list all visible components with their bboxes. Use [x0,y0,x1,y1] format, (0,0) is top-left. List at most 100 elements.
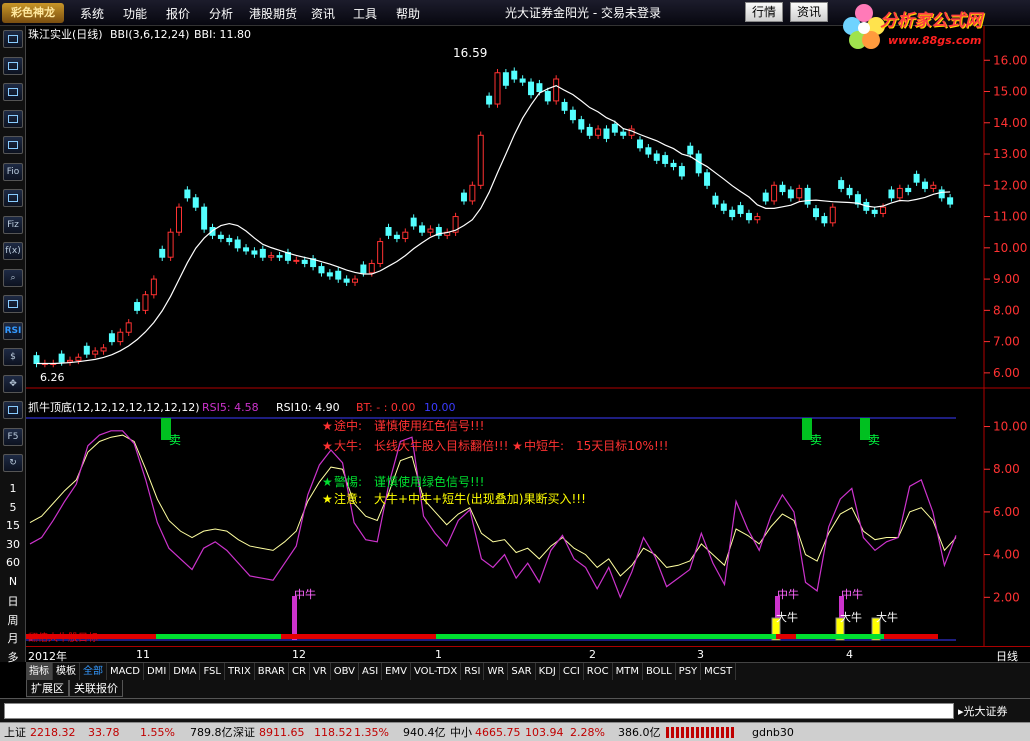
menu-tools[interactable]: 工具 [353,5,377,22]
tab-kdj[interactable]: KDJ [536,663,560,680]
tab-dma[interactable]: DMA [170,663,201,680]
list-icon[interactable] [3,136,23,154]
state-bar-segment [281,634,436,639]
box-icon[interactable] [3,189,23,207]
tab-roc[interactable]: ROC [584,663,613,680]
zx-value: 4665.75 [475,726,521,739]
line-icon[interactable] [3,83,23,101]
zx-label: 中小 [450,726,472,739]
x-label: 1 [435,648,442,661]
tab-boll[interactable]: BOLL [643,663,676,680]
tab-sar[interactable]: SAR [508,663,536,680]
period-4[interactable]: 60 [0,556,26,569]
extra-value: 10.00 [424,401,456,414]
menu-analysis[interactable]: 分析 [209,5,233,22]
tab-rsi[interactable]: RSI [461,663,485,680]
tab-mcst[interactable]: MCST [701,663,737,680]
chart-svg[interactable]: 16.0015.0014.0013.0012.0011.0010.009.008… [26,26,1030,646]
candle [419,225,426,233]
tab-dmi[interactable]: DMI [144,663,171,680]
candle [469,184,476,202]
tab-fsl[interactable]: FSL [200,663,225,680]
chart-area[interactable]: 16.00 15.00 14.00 13.00 12.00 11.00 10.00 9.00 8… [26,26,1030,649]
tab-macd[interactable]: MACD [107,663,144,680]
mid-bull-label: 中牛 [841,587,863,601]
grid-icon[interactable] [3,401,23,419]
tab-trix[interactable]: TRIX [225,663,255,680]
fio-icon[interactable]: Fio [3,162,23,181]
refresh-icon[interactable]: ↻ [3,454,23,472]
tab-vr[interactable]: VR [310,663,331,680]
x-label: 2 [589,648,596,661]
period-6[interactable]: 日 [0,593,26,609]
candle [117,331,124,343]
tab-related-quote[interactable]: 关联报价 [69,680,123,697]
candle [829,206,836,224]
tab-wr[interactable]: WR [484,663,509,680]
candle [578,119,585,130]
period-8[interactable]: 月 [0,630,26,646]
period-3[interactable]: 30 [0,538,26,551]
rsi10-value: RSI10: 4.90 [276,401,340,414]
brand-url[interactable]: www.88gs.com [888,34,981,47]
menu-help[interactable]: 帮助 [396,5,420,22]
tab-指标[interactable]: 指标 [26,663,53,680]
left-toolbar: Fio Fiz f(x) ⌕ RSI $ ✥ F5 ↻ 1 5 15 30 60 N 日周月多 [0,26,26,665]
legend-text: 谨慎使用绿色信号!!! [374,474,484,489]
dollar-icon[interactable]: $ [3,348,23,366]
candle [134,302,141,311]
move-icon[interactable]: ✥ [3,374,23,393]
tab-vol-tdx[interactable]: VOL-TDX [411,663,462,680]
rsi-button[interactable]: RSI [3,321,23,340]
tab-全部[interactable]: 全部 [80,663,107,680]
bar-icon[interactable] [3,109,23,128]
state-bar-segment [884,634,938,639]
y-tick-label: 8.00 [993,462,1020,476]
bars-icon[interactable] [3,295,23,313]
fx-icon[interactable]: f(x) [3,242,23,260]
fiz-icon[interactable]: Fiz [3,215,23,234]
sz-value: 8911.65 [259,726,305,739]
period-0[interactable]: 1 [0,482,26,495]
bt-value: BT: - : 0.00 [356,401,415,414]
ticker-text[interactable]: ▸光大证券 [958,703,1008,719]
candle [687,145,694,155]
f5-button[interactable]: F5 [3,427,23,446]
menu-hk-futures[interactable]: 港股期货 [249,5,297,22]
x-label: 3 [697,648,704,661]
info-button[interactable]: 资讯 [790,2,829,22]
candle [905,187,912,193]
candle [301,259,308,264]
menu-quote[interactable]: 报价 [166,5,190,22]
period-1[interactable]: 5 [0,501,26,514]
chart-icon[interactable] [3,30,23,48]
quote-button[interactable]: 行情 [745,2,784,22]
sh-percent: 1.55% [140,726,175,739]
tab-obv[interactable]: OBV [331,663,359,680]
tab-cr[interactable]: CR [289,663,310,680]
tab-extension[interactable]: 扩展区 [26,680,69,697]
period-5[interactable]: N [0,575,26,588]
candle [83,345,90,355]
tab-psy[interactable]: PSY [676,663,702,680]
search-icon[interactable]: ⌕ [3,268,23,287]
tab-cci[interactable]: CCI [560,663,584,680]
tab-模板[interactable]: 模板 [53,663,80,680]
y-tick-label: 2.00 [993,590,1020,604]
kline-icon[interactable] [3,56,23,75]
menu-info[interactable]: 资讯 [311,5,335,22]
candle [33,355,40,364]
tab-brar[interactable]: BRAR [255,663,289,680]
ticker-input[interactable] [4,703,954,719]
candle [318,266,325,274]
tab-mtm[interactable]: MTM [613,663,643,680]
period-7[interactable]: 周 [0,612,26,628]
period-2[interactable]: 15 [0,519,26,532]
menu-system[interactable]: 系统 [80,5,104,22]
menu-function[interactable]: 功能 [123,5,147,22]
tab-asi[interactable]: ASI [359,663,383,680]
period-9[interactable]: 多 [0,649,26,665]
legend-label: 警惕: [334,474,362,489]
candle [813,208,820,218]
tab-emv[interactable]: EMV [382,663,411,680]
